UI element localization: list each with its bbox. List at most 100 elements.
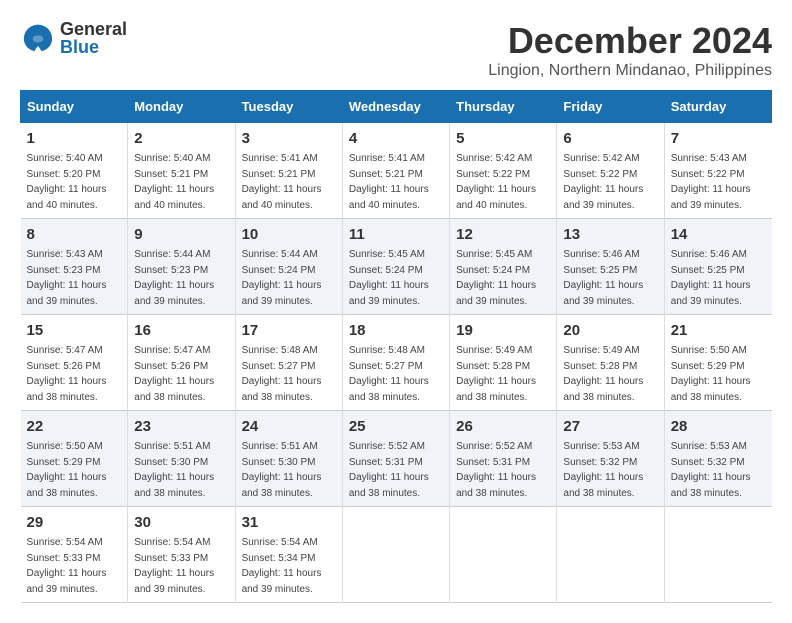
day-number: 27 [563, 416, 657, 437]
day-info: Sunrise: 5:43 AM Sunset: 5:23 PM Dayligh… [27, 249, 107, 307]
calendar-cell: 1Sunrise: 5:40 AM Sunset: 5:20 PM Daylig… [21, 123, 128, 219]
calendar-week-row: 22Sunrise: 5:50 AM Sunset: 5:29 PM Dayli… [21, 411, 772, 507]
calendar-cell: 11 Sunrise: 5:45 AM Sunset: 5:24 PM Dayli… [342, 219, 449, 315]
day-info: Sunrise: 5:44 AM Sunset: 5:23 PM Dayligh… [134, 249, 214, 307]
day-number: 24 [242, 416, 336, 437]
day-number: 23 [134, 416, 228, 437]
header-sunday: Sunday [21, 91, 128, 123]
calendar-cell: 26 Sunrise: 5:52 AM Sunset: 5:31 PM Dayli… [450, 411, 557, 507]
day-number: 29 [27, 512, 122, 533]
logo-text: General Blue [60, 20, 127, 56]
header-wednesday: Wednesday [342, 91, 449, 123]
calendar-cell: 9 Sunrise: 5:44 AM Sunset: 5:23 PM Daylig… [128, 219, 235, 315]
day-number: 10 [242, 224, 336, 245]
day-number: 31 [242, 512, 336, 533]
calendar-cell: 31 Sunrise: 5:54 AM Sunset: 5:34 PM Dayli… [235, 507, 342, 603]
calendar-cell: 15 Sunrise: 5:47 AM Sunset: 5:26 PM Dayli… [21, 315, 128, 411]
day-info: Sunrise: 5:54 AM Sunset: 5:33 PM Dayligh… [134, 537, 214, 595]
header-monday: Monday [128, 91, 235, 123]
calendar-cell: 3 Sunrise: 5:41 AM Sunset: 5:21 PM Daylig… [235, 123, 342, 219]
calendar-week-row: 1Sunrise: 5:40 AM Sunset: 5:20 PM Daylig… [21, 123, 772, 219]
day-number: 25 [349, 416, 443, 437]
calendar-cell: 17 Sunrise: 5:48 AM Sunset: 5:27 PM Dayli… [235, 315, 342, 411]
title-section: December 2024 Lingion, Northern Mindanao… [488, 20, 772, 80]
calendar-cell: 2 Sunrise: 5:40 AM Sunset: 5:21 PM Daylig… [128, 123, 235, 219]
calendar-cell: 8 Sunrise: 5:43 AM Sunset: 5:23 PM Daylig… [21, 219, 128, 315]
calendar-cell: 18 Sunrise: 5:48 AM Sunset: 5:27 PM Dayli… [342, 315, 449, 411]
calendar-cell: 22Sunrise: 5:50 AM Sunset: 5:29 PM Dayli… [21, 411, 128, 507]
day-info: Sunrise: 5:52 AM Sunset: 5:31 PM Dayligh… [349, 441, 429, 499]
calendar-cell: 16 Sunrise: 5:47 AM Sunset: 5:26 PM Dayli… [128, 315, 235, 411]
calendar-cell: 30 Sunrise: 5:54 AM Sunset: 5:33 PM Dayli… [128, 507, 235, 603]
day-number: 26 [456, 416, 550, 437]
header-thursday: Thursday [450, 91, 557, 123]
day-info: Sunrise: 5:41 AM Sunset: 5:21 PM Dayligh… [349, 153, 429, 211]
calendar-week-row: 15 Sunrise: 5:47 AM Sunset: 5:26 PM Dayli… [21, 315, 772, 411]
calendar-cell [450, 507, 557, 603]
day-info: Sunrise: 5:47 AM Sunset: 5:26 PM Dayligh… [134, 345, 214, 403]
calendar-cell: 10 Sunrise: 5:44 AM Sunset: 5:24 PM Dayli… [235, 219, 342, 315]
day-info: Sunrise: 5:46 AM Sunset: 5:25 PM Dayligh… [671, 249, 751, 307]
day-info: Sunrise: 5:49 AM Sunset: 5:28 PM Dayligh… [456, 345, 536, 403]
day-number: 11 [349, 224, 443, 245]
calendar-cell: 20 Sunrise: 5:49 AM Sunset: 5:28 PM Dayli… [557, 315, 664, 411]
day-number: 14 [671, 224, 766, 245]
calendar-cell: 6Sunrise: 5:42 AM Sunset: 5:22 PM Daylig… [557, 123, 664, 219]
day-number: 12 [456, 224, 550, 245]
day-info: Sunrise: 5:54 AM Sunset: 5:33 PM Dayligh… [27, 537, 107, 595]
day-info: Sunrise: 5:54 AM Sunset: 5:34 PM Dayligh… [242, 537, 322, 595]
calendar-cell [557, 507, 664, 603]
calendar-cell: 5 Sunrise: 5:42 AM Sunset: 5:22 PM Daylig… [450, 123, 557, 219]
day-info: Sunrise: 5:50 AM Sunset: 5:29 PM Dayligh… [671, 345, 751, 403]
day-info: Sunrise: 5:51 AM Sunset: 5:30 PM Dayligh… [242, 441, 322, 499]
calendar-cell: 13Sunrise: 5:46 AM Sunset: 5:25 PM Dayli… [557, 219, 664, 315]
calendar-cell [664, 507, 771, 603]
day-number: 13 [563, 224, 657, 245]
day-info: Sunrise: 5:47 AM Sunset: 5:26 PM Dayligh… [27, 345, 107, 403]
day-number: 15 [27, 320, 122, 341]
location-title: Lingion, Northern Mindanao, Philippines [488, 62, 772, 80]
calendar-cell: 19Sunrise: 5:49 AM Sunset: 5:28 PM Dayli… [450, 315, 557, 411]
day-number: 16 [134, 320, 228, 341]
day-info: Sunrise: 5:53 AM Sunset: 5:32 PM Dayligh… [563, 441, 643, 499]
day-number: 30 [134, 512, 228, 533]
calendar-cell: 24 Sunrise: 5:51 AM Sunset: 5:30 PM Dayli… [235, 411, 342, 507]
calendar-cell: 27 Sunrise: 5:53 AM Sunset: 5:32 PM Dayli… [557, 411, 664, 507]
day-info: Sunrise: 5:42 AM Sunset: 5:22 PM Dayligh… [456, 153, 536, 211]
calendar-table: SundayMondayTuesdayWednesdayThursdayFrid… [20, 90, 772, 603]
day-number: 3 [242, 128, 336, 149]
calendar-cell: 14 Sunrise: 5:46 AM Sunset: 5:25 PM Dayli… [664, 219, 771, 315]
day-number: 5 [456, 128, 550, 149]
day-info: Sunrise: 5:45 AM Sunset: 5:24 PM Dayligh… [456, 249, 536, 307]
day-number: 7 [671, 128, 766, 149]
calendar-cell: 29 Sunrise: 5:54 AM Sunset: 5:33 PM Dayli… [21, 507, 128, 603]
day-info: Sunrise: 5:53 AM Sunset: 5:32 PM Dayligh… [671, 441, 751, 499]
calendar-cell: 25 Sunrise: 5:52 AM Sunset: 5:31 PM Dayli… [342, 411, 449, 507]
calendar-cell: 7Sunrise: 5:43 AM Sunset: 5:22 PM Daylig… [664, 123, 771, 219]
day-number: 1 [27, 128, 122, 149]
day-info: Sunrise: 5:48 AM Sunset: 5:27 PM Dayligh… [349, 345, 429, 403]
header-tuesday: Tuesday [235, 91, 342, 123]
day-info: Sunrise: 5:50 AM Sunset: 5:29 PM Dayligh… [27, 441, 107, 499]
day-info: Sunrise: 5:41 AM Sunset: 5:21 PM Dayligh… [242, 153, 322, 211]
calendar-cell: 12 Sunrise: 5:45 AM Sunset: 5:24 PM Dayli… [450, 219, 557, 315]
day-info: Sunrise: 5:44 AM Sunset: 5:24 PM Dayligh… [242, 249, 322, 307]
day-info: Sunrise: 5:40 AM Sunset: 5:21 PM Dayligh… [134, 153, 214, 211]
day-number: 2 [134, 128, 228, 149]
day-info: Sunrise: 5:48 AM Sunset: 5:27 PM Dayligh… [242, 345, 322, 403]
day-number: 20 [563, 320, 657, 341]
day-number: 17 [242, 320, 336, 341]
day-info: Sunrise: 5:49 AM Sunset: 5:28 PM Dayligh… [563, 345, 643, 403]
day-info: Sunrise: 5:52 AM Sunset: 5:31 PM Dayligh… [456, 441, 536, 499]
day-number: 9 [134, 224, 228, 245]
day-info: Sunrise: 5:45 AM Sunset: 5:24 PM Dayligh… [349, 249, 429, 307]
day-number: 8 [27, 224, 122, 245]
calendar-cell: 28 Sunrise: 5:53 AM Sunset: 5:32 PM Dayli… [664, 411, 771, 507]
calendar-cell: 21Sunrise: 5:50 AM Sunset: 5:29 PM Dayli… [664, 315, 771, 411]
logo-icon [20, 23, 56, 53]
day-number: 28 [671, 416, 766, 437]
day-info: Sunrise: 5:42 AM Sunset: 5:22 PM Dayligh… [563, 153, 643, 211]
logo-blue-text: Blue [60, 38, 127, 56]
logo-general-text: General [60, 20, 127, 38]
day-number: 18 [349, 320, 443, 341]
